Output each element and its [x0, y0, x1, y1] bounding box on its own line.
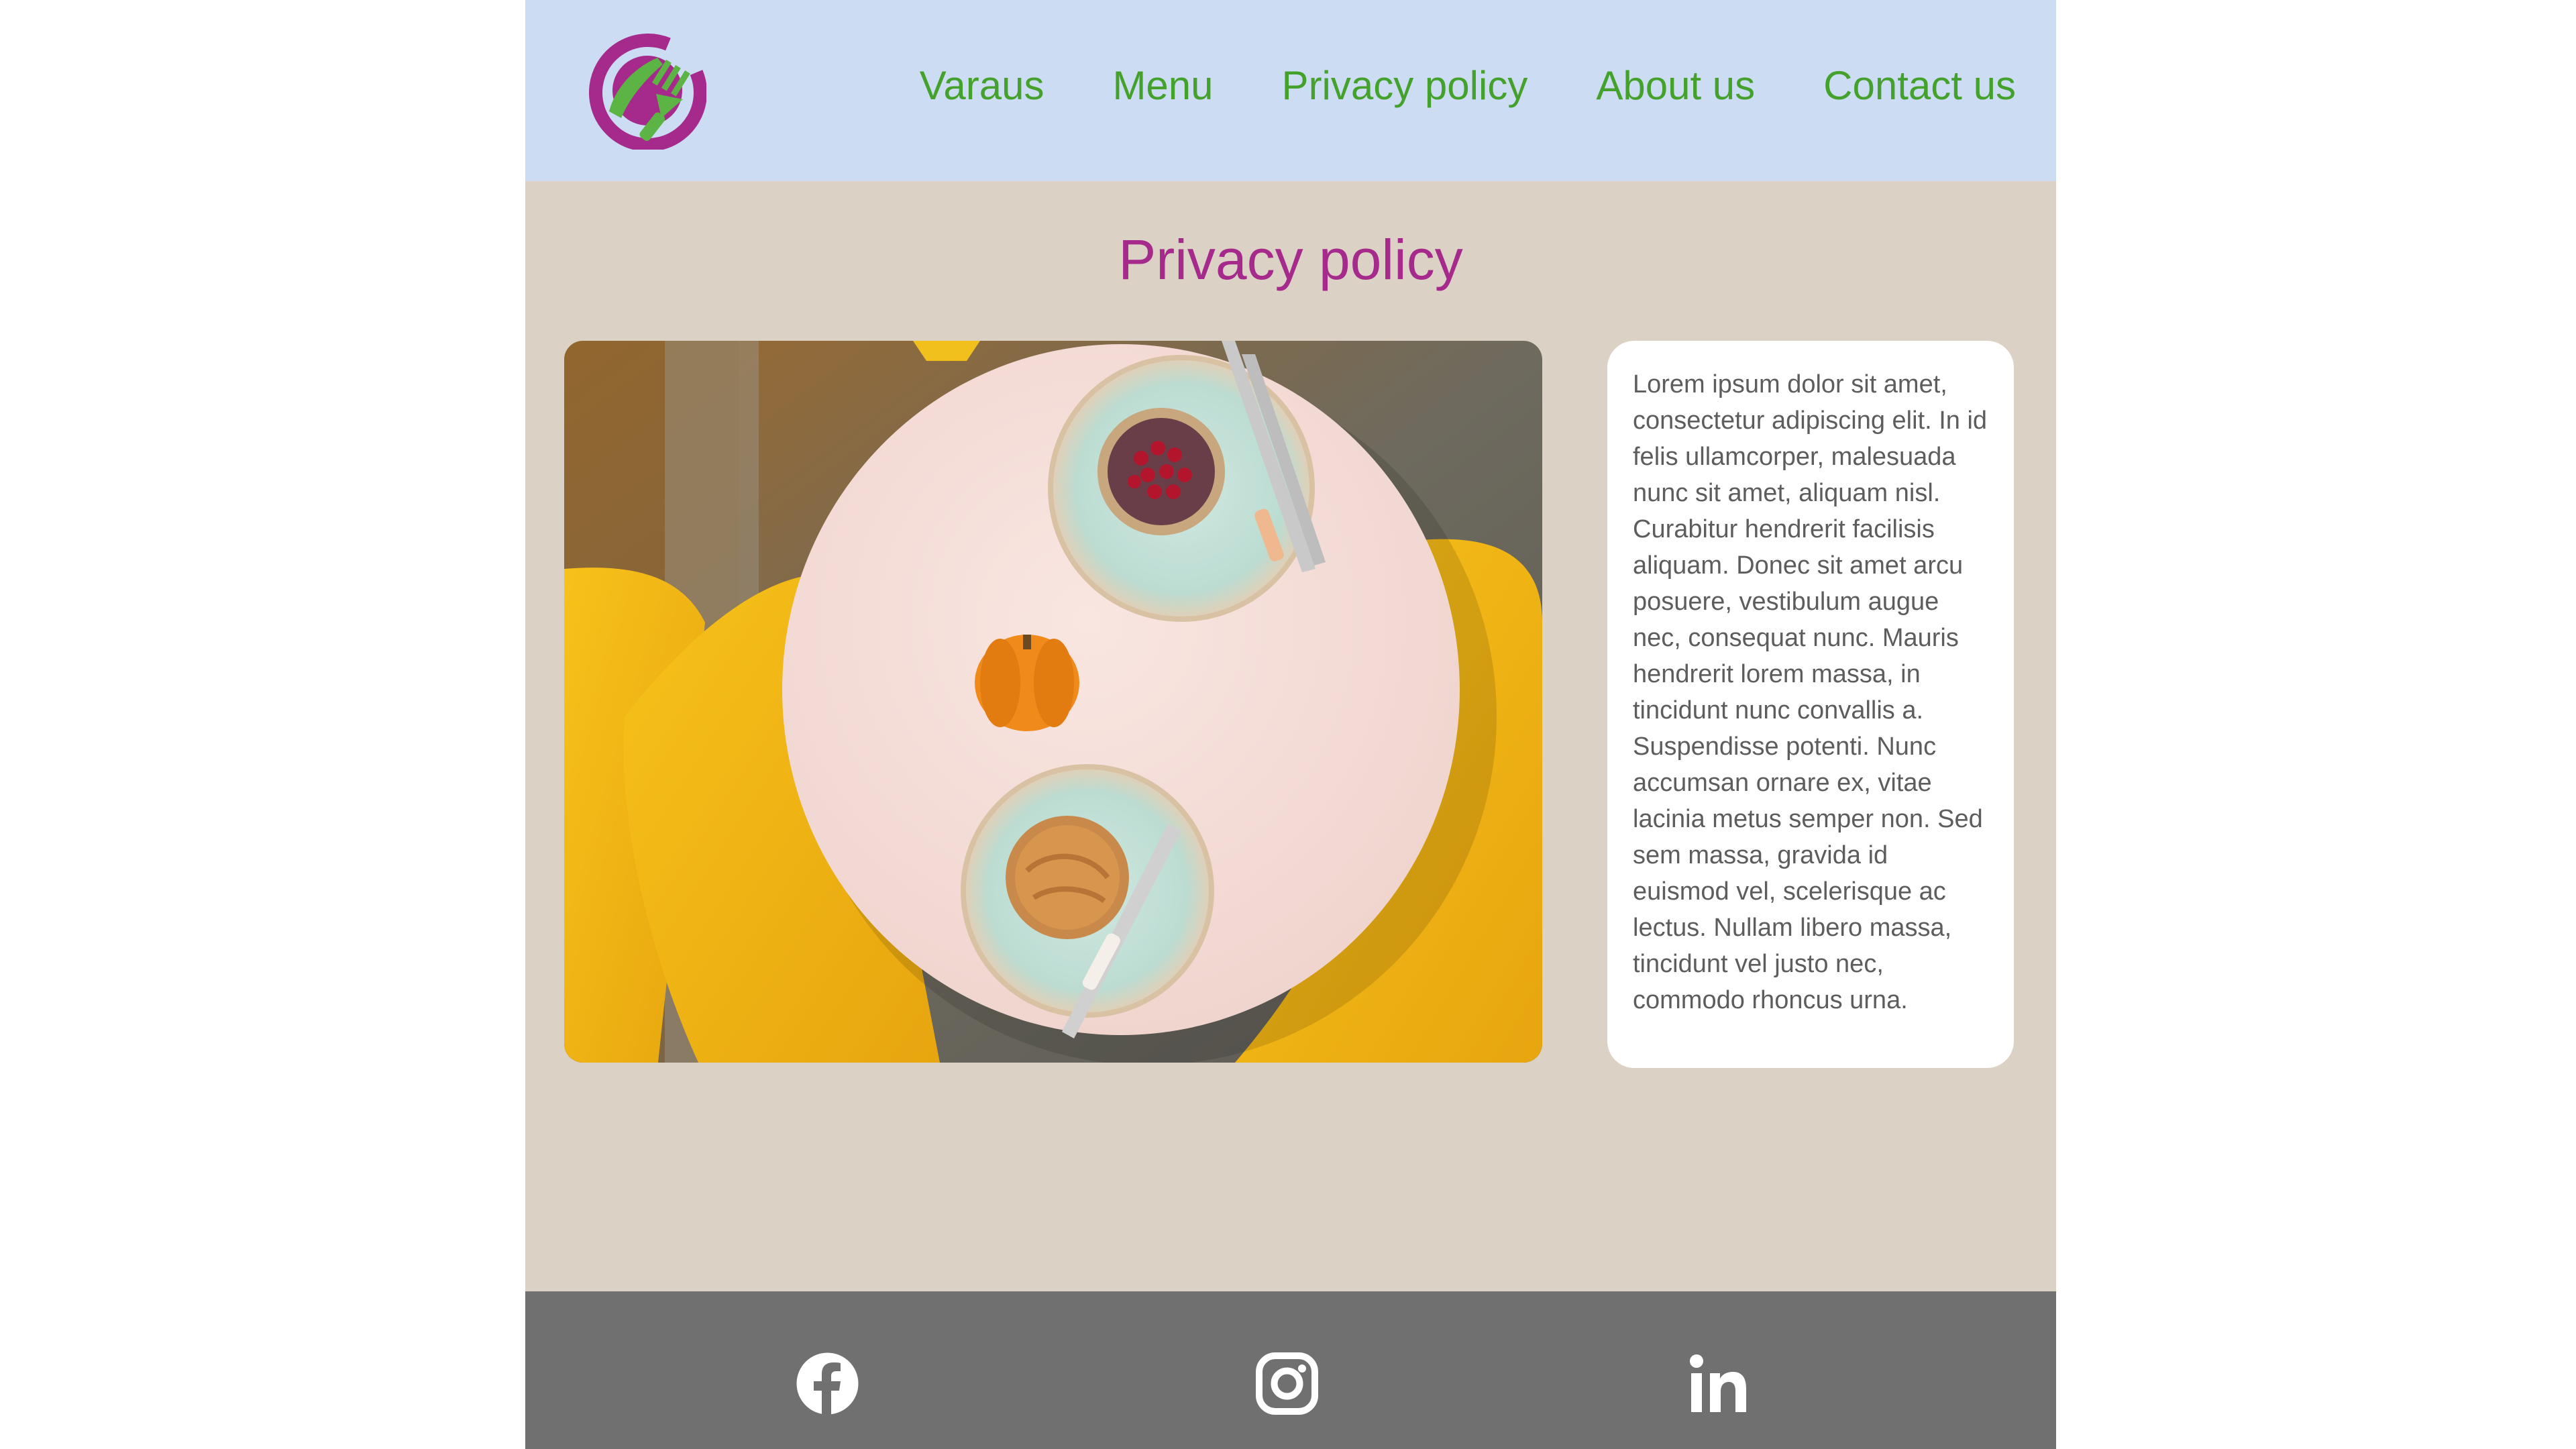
page-title: Privacy policy [1118, 228, 1463, 291]
nav-item-about-us[interactable]: About us [1596, 66, 1755, 106]
nav-item-varaus[interactable]: Varaus [920, 66, 1044, 106]
footer [525, 1291, 2056, 1449]
page: Varaus Menu Privacy policy About us Cont… [525, 0, 2056, 1449]
nav-item-contact-us[interactable]: Contact us [1823, 66, 2016, 106]
linkedin-icon[interactable] [1686, 1352, 1750, 1415]
instagram-icon[interactable] [1255, 1352, 1319, 1415]
restaurant-logo-icon[interactable] [589, 32, 707, 152]
nav-item-privacy-policy[interactable]: Privacy policy [1282, 66, 1528, 106]
table-with-pastries-photo [564, 341, 1542, 1063]
main-navigation: Varaus Menu Privacy policy About us Cont… [920, 66, 2016, 106]
privacy-policy-text-card: Lorem ipsum dolor sit amet, consectetur … [1607, 341, 2014, 1068]
header: Varaus Menu Privacy policy About us Cont… [525, 0, 2056, 181]
facebook-icon[interactable] [796, 1352, 859, 1415]
nav-item-menu[interactable]: Menu [1112, 66, 1213, 106]
privacy-policy-body-text: Lorem ipsum dolor sit amet, consectetur … [1633, 370, 1988, 1014]
